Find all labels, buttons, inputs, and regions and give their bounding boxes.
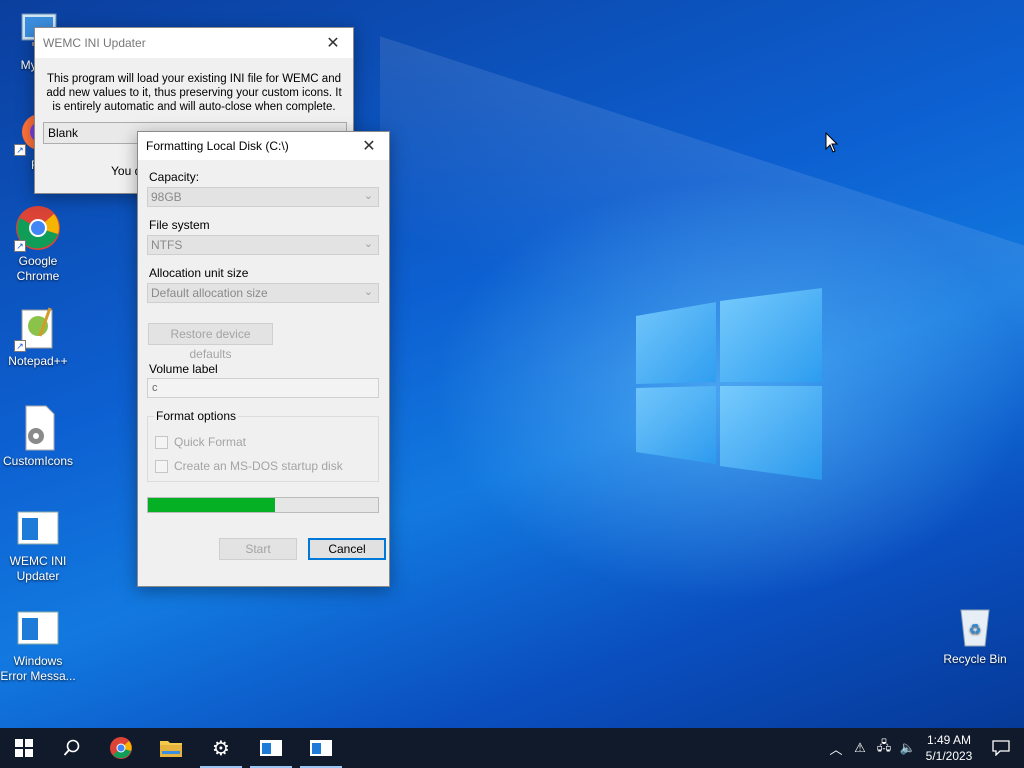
start-button[interactable] xyxy=(0,728,48,768)
checkbox-icon xyxy=(155,459,168,473)
shortcut-arrow-icon: ↗ xyxy=(14,240,26,252)
desktop-icon-chrome[interactable]: ↗ Google Chrome xyxy=(0,204,76,284)
window-titlebar[interactable]: Formatting Local Disk (C:\) ✕ xyxy=(138,132,389,160)
recycle-bin-icon: ♻ xyxy=(951,602,999,650)
notepadpp-icon: ↗ xyxy=(14,304,62,352)
desktop-icon-label: WEMC INI Updater xyxy=(9,554,67,583)
filesystem-select: NTFS ⌄ xyxy=(147,235,379,255)
restore-defaults-button: Restore device defaults xyxy=(148,323,273,361)
taskbar-wemc-ini-updater[interactable] xyxy=(246,728,296,768)
folder-icon xyxy=(160,741,182,757)
clock-date: 5/1/2023 xyxy=(925,749,973,763)
msdos-startup-label: Create an MS-DOS startup disk xyxy=(174,459,343,473)
capacity-select: 98GB ⌄ xyxy=(147,187,379,207)
desktop-icon-recycle-bin[interactable]: ♻ Recycle Bin xyxy=(937,602,1013,667)
chrome-icon: ↗ xyxy=(14,204,62,252)
desktop-icon-label: Google Chrome xyxy=(16,254,60,283)
close-icon[interactable]: ✕ xyxy=(349,131,389,161)
allocation-label: Allocation unit size xyxy=(149,266,249,280)
capacity-value: 98GB xyxy=(151,190,182,204)
settings-file-icon xyxy=(14,404,62,452)
app-window-icon xyxy=(260,740,282,756)
system-tray: ︿ ⚠ 🖧 🔈 1:49 AM 5/1/2023 xyxy=(824,728,1024,768)
mouse-cursor-icon xyxy=(825,132,839,153)
volume-icon[interactable]: 🔈 xyxy=(896,728,920,768)
network-icon[interactable]: 🖧 xyxy=(872,728,896,768)
checkbox-icon xyxy=(155,435,168,449)
windows-start-icon xyxy=(15,739,33,757)
search-button[interactable] xyxy=(48,728,96,768)
volume-label-input: c xyxy=(147,378,379,398)
progress-fill xyxy=(148,498,275,512)
gear-icon: ⚙ xyxy=(212,737,230,760)
quick-format-checkbox: Quick Format xyxy=(155,435,246,449)
chevron-down-icon: ⌄ xyxy=(363,286,373,298)
format-options-title: Format options xyxy=(154,409,239,423)
window-title: WEMC INI Updater xyxy=(43,36,146,50)
format-progress-bar xyxy=(147,497,379,513)
filesystem-value: NTFS xyxy=(151,238,183,252)
volume-label: Volume label xyxy=(149,362,218,376)
allocation-select: Default allocation size ⌄ xyxy=(147,283,379,303)
capacity-label: Capacity: xyxy=(149,170,200,184)
chevron-down-icon: ⌄ xyxy=(363,190,373,202)
search-icon xyxy=(63,739,80,756)
wemc-description: This program will load your existing INI… xyxy=(46,73,342,113)
taskbar-chrome[interactable] xyxy=(96,728,146,768)
chevron-up-icon[interactable]: ︿ xyxy=(824,728,848,768)
security-alert-icon[interactable]: ⚠ xyxy=(848,728,872,768)
format-options-group: Format options Quick Format Create an MS… xyxy=(147,409,379,482)
desktop-icon-windows-error-messages[interactable]: Windows Error Messa... xyxy=(0,604,76,684)
quick-format-label: Quick Format xyxy=(174,435,247,449)
desktop-icon-label: CustomIcons xyxy=(2,454,74,468)
taskbar-settings[interactable]: ⚙ xyxy=(196,728,246,768)
app-window-icon xyxy=(310,740,332,756)
svg-text:♻: ♻ xyxy=(969,622,982,638)
desktop-icon-notepadpp[interactable]: ↗ Notepad++ xyxy=(0,304,76,369)
notification-button[interactable] xyxy=(978,740,1024,756)
chrome-icon xyxy=(110,737,132,759)
filesystem-label: File system xyxy=(149,218,210,232)
shortcut-arrow-icon: ↗ xyxy=(14,144,26,156)
close-icon[interactable]: ✕ xyxy=(313,28,353,58)
allocation-value: Default allocation size xyxy=(151,286,268,300)
app-window-icon xyxy=(14,504,62,552)
shortcut-arrow-icon: ↗ xyxy=(14,340,26,352)
taskbar-file-explorer[interactable] xyxy=(146,728,196,768)
app-window-icon xyxy=(14,604,62,652)
format-disk-dialog[interactable]: Formatting Local Disk (C:\) ✕ Capacity: … xyxy=(137,131,390,587)
desktop-icon-label: Notepad++ xyxy=(8,354,68,368)
window-title: Formatting Local Disk (C:\) xyxy=(146,139,289,153)
msdos-startup-checkbox: Create an MS-DOS startup disk xyxy=(155,459,343,473)
taskbar: ⚙ ︿ ⚠ 🖧 🔈 1:49 AM 5/1/2023 xyxy=(0,728,1024,768)
notification-icon xyxy=(992,740,1010,756)
clock-time: 1:49 AM xyxy=(926,733,972,747)
taskbar-format-dialog[interactable] xyxy=(296,728,346,768)
desktop-icon-label: Recycle Bin xyxy=(943,652,1007,666)
windows-logo-wallpaper xyxy=(636,288,822,480)
desktop-icon-customicons[interactable]: CustomIcons xyxy=(0,404,76,469)
cancel-button[interactable]: Cancel xyxy=(308,538,386,560)
chevron-down-icon: ⌄ xyxy=(363,238,373,250)
taskbar-clock[interactable]: 1:49 AM 5/1/2023 xyxy=(920,732,978,764)
window-titlebar[interactable]: WEMC INI Updater ✕ xyxy=(35,28,353,58)
start-button: Start xyxy=(219,538,297,560)
desktop-icon-wemc-ini-updater[interactable]: WEMC INI Updater xyxy=(0,504,76,584)
desktop-icon-label: Windows Error Messa... xyxy=(0,654,76,683)
